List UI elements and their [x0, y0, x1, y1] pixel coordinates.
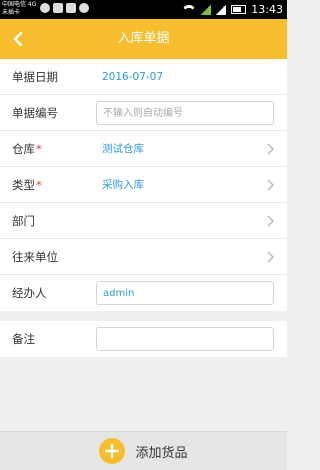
number-input[interactable]	[96, 101, 274, 125]
required-mark: *	[36, 142, 42, 156]
date-value[interactable]: 2016-07-07	[102, 59, 163, 95]
date-row[interactable]: 单据日期 2016-07-07	[0, 59, 287, 95]
wifi-icon	[182, 4, 197, 15]
remark-label: 备注	[12, 332, 35, 346]
type-label: 类型*	[12, 167, 42, 203]
type-label-text: 类型	[12, 178, 35, 192]
carrier-info: 中国电信 4G 未插卡	[2, 1, 36, 17]
form-section-main: 单据日期 2016-07-07 单据编号 仓库* 测试仓库 类型* 采购入库 部…	[0, 59, 287, 311]
type-row[interactable]: 类型* 采购入库	[0, 167, 287, 203]
form-section-remark: 备注	[0, 321, 287, 357]
partner-label: 往来单位	[12, 250, 58, 264]
partner-row[interactable]: 往来单位	[0, 239, 287, 275]
date-label: 单据日期	[12, 70, 58, 84]
handler-label: 经办人	[12, 286, 47, 300]
receipt-form: 单据日期 2016-07-07 单据编号 仓库* 测试仓库 类型* 采购入库 部…	[0, 59, 287, 357]
department-label: 部门	[12, 214, 35, 228]
warehouse-label: 仓库*	[12, 131, 42, 167]
number-row: 单据编号	[0, 95, 287, 131]
add-goods-button[interactable]: 添加货品	[0, 431, 287, 470]
warehouse-row[interactable]: 仓库* 测试仓库	[0, 131, 287, 167]
remark-input[interactable]	[96, 327, 274, 351]
warehouse-value: 测试仓库	[102, 143, 144, 155]
remark-row: 备注	[0, 321, 287, 357]
number-label: 单据编号	[12, 106, 58, 120]
warehouse-label-text: 仓库	[12, 142, 35, 156]
add-goods-label: 添加货品	[135, 445, 188, 461]
header: 入库单据	[0, 19, 287, 59]
section-divider	[0, 311, 287, 321]
chevron-right-icon	[267, 251, 274, 263]
status-bar: 中国电信 4G 未插卡 13:43	[0, 0, 287, 19]
chevron-right-icon	[267, 179, 274, 191]
handler-input[interactable]	[96, 281, 274, 305]
wechat-icon	[40, 3, 50, 13]
gallery-icon	[53, 3, 63, 13]
required-mark: *	[36, 178, 42, 192]
chevron-right-icon	[267, 215, 274, 227]
battery-icon	[231, 5, 247, 14]
sim-status: 未插卡	[2, 9, 21, 16]
system-icons: 13:43	[182, 2, 283, 17]
chevron-right-icon	[267, 143, 274, 155]
carrier-name: 中国电信 4G	[2, 1, 37, 8]
plus-circle-icon	[99, 438, 126, 464]
page-title: 入库单据	[117, 31, 170, 46]
signal-icon	[216, 4, 227, 15]
settings-icon	[79, 3, 89, 13]
signal-icon	[201, 4, 212, 15]
handler-row: 经办人	[0, 275, 287, 311]
department-row[interactable]: 部门	[0, 203, 287, 239]
type-value: 采购入库	[102, 179, 144, 191]
notification-icons	[40, 3, 89, 13]
app-icon	[66, 3, 76, 13]
clock: 13:43	[251, 3, 283, 16]
